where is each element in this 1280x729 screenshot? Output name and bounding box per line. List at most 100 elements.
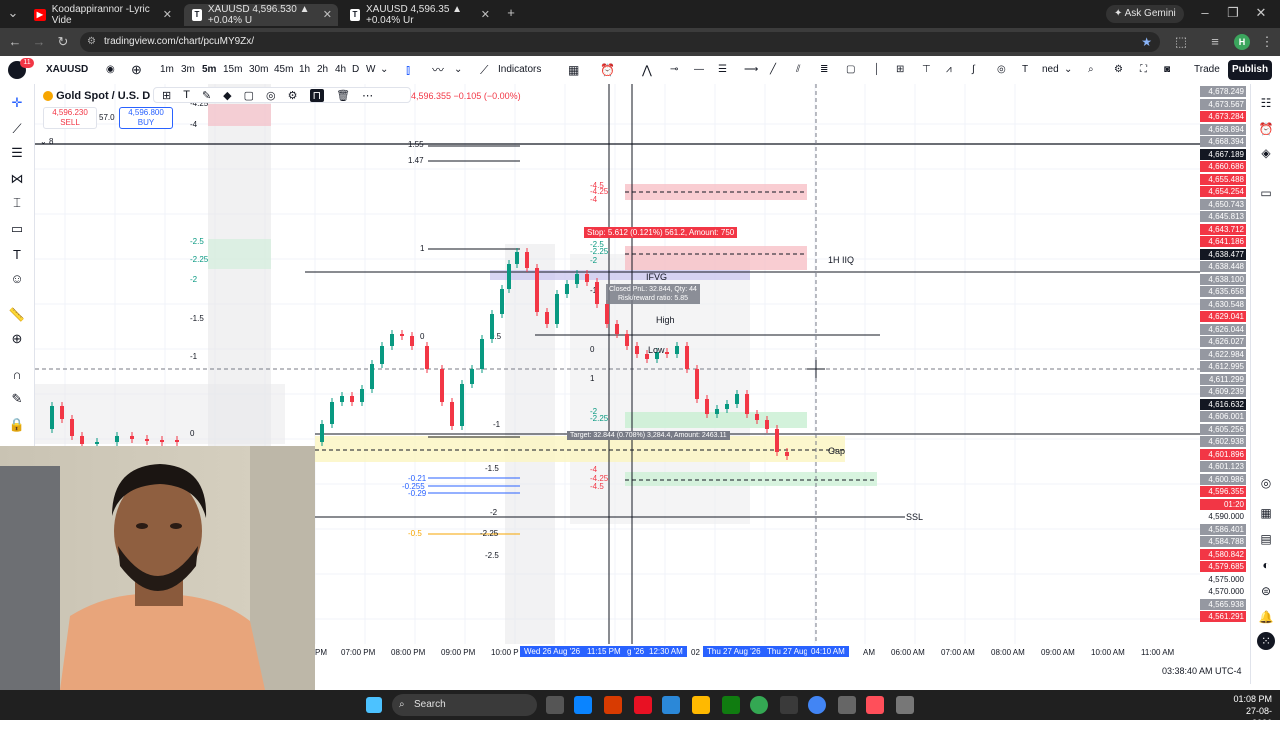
timeframe-1m[interactable]: 1m bbox=[160, 62, 174, 78]
taskbar-clock[interactable]: 01:08 PM 27-08-2026 bbox=[1228, 693, 1272, 729]
pattern-icon[interactable]: ⋈ bbox=[8, 170, 26, 188]
media-icon[interactable]: ≡ bbox=[1206, 33, 1224, 51]
layers-icon[interactable]: ◈ bbox=[1257, 144, 1275, 162]
search-icon[interactable]: ⌕ bbox=[1088, 62, 1094, 78]
settings-icon[interactable]: ⚙ bbox=[288, 89, 298, 102]
news-icon[interactable]: ⊜ bbox=[1257, 582, 1275, 600]
apps-grid-icon[interactable]: ⁙ bbox=[1257, 632, 1275, 650]
alert-icon[interactable]: ⏰ bbox=[600, 62, 615, 78]
settings-gear-icon[interactable]: ⚙ bbox=[1114, 62, 1123, 78]
indicators-icon[interactable]: ⟋ bbox=[480, 62, 488, 78]
style-icon[interactable]: ▢ bbox=[244, 89, 254, 102]
taskbar-search[interactable]: ⌕ Search bbox=[392, 694, 537, 716]
layout-name[interactable]: ned bbox=[1042, 62, 1059, 78]
xbox-icon[interactable] bbox=[722, 696, 740, 714]
close-window-icon[interactable]: ✕ bbox=[1252, 4, 1270, 22]
stay-in-drawing-icon[interactable]: ✎ bbox=[8, 390, 26, 408]
candles-icon[interactable]: ⫾ bbox=[406, 62, 410, 78]
visibility-icon[interactable]: ◎ bbox=[266, 89, 276, 102]
calendar-icon[interactable]: ▦ bbox=[1257, 504, 1275, 522]
new-tab-button[interactable]: + bbox=[502, 4, 520, 22]
chat-icon[interactable]: ▭ bbox=[1257, 184, 1275, 202]
color-icon[interactable]: ✎ bbox=[202, 89, 211, 102]
chevron-down-icon[interactable]: ⌄ bbox=[1064, 62, 1072, 78]
chevron-down-icon[interactable]: ⌄ bbox=[454, 62, 462, 78]
forecast-icon[interactable]: ⌶ bbox=[8, 194, 26, 212]
group-icon[interactable]: ⊞ bbox=[162, 89, 171, 102]
measure-icon[interactable]: ⊤ bbox=[922, 62, 931, 78]
office-icon[interactable] bbox=[604, 696, 622, 714]
timeframe-w[interactable]: W bbox=[366, 62, 375, 78]
magnet-icon[interactable]: ∩ bbox=[8, 366, 26, 384]
symbol-search[interactable]: XAUUSD bbox=[46, 62, 88, 78]
timeframe-3m[interactable]: 3m bbox=[181, 62, 195, 78]
timeframe-5m[interactable]: 5m bbox=[202, 62, 216, 78]
tab-tradingview-active[interactable]: T XAUUSD 4,596.530 ▲ +0.04% U ✕ bbox=[184, 4, 338, 26]
fullscreen-icon[interactable]: ⛶ bbox=[1140, 62, 1147, 78]
bookmark-star-icon[interactable]: ★ bbox=[1141, 32, 1152, 52]
timeframe-45m[interactable]: 45m bbox=[274, 62, 293, 78]
tab-search-icon[interactable]: ⌄ bbox=[4, 4, 22, 22]
menu-kebab-icon[interactable]: ⋮ bbox=[1258, 33, 1276, 51]
extensions-icon[interactable]: ⬚ bbox=[1172, 33, 1190, 51]
app-l-icon[interactable] bbox=[634, 696, 652, 714]
ask-gemini-button[interactable]: ✦ Ask Gemini bbox=[1106, 5, 1184, 23]
reload-icon[interactable]: ↻ bbox=[54, 33, 72, 51]
app-icon[interactable] bbox=[780, 696, 798, 714]
timeframe-4h[interactable]: 4h bbox=[335, 62, 346, 78]
chrome-profile-icon[interactable] bbox=[808, 696, 826, 714]
long-position-icon[interactable]: ⊞ bbox=[896, 62, 904, 78]
watchlist-icon[interactable]: ☷ bbox=[1257, 94, 1275, 112]
templates-icon[interactable]: ▦ bbox=[568, 62, 579, 78]
price-axis[interactable]: 4,678.249 4,673.567 4,673.284 4,668.894 4,66… bbox=[1200, 84, 1250, 644]
forward-icon[interactable]: → bbox=[30, 33, 48, 51]
camera-icon[interactable]: ◙ bbox=[1164, 62, 1170, 78]
ray-icon[interactable]: ⟶ bbox=[744, 62, 758, 78]
compare-icon[interactable]: ◉ bbox=[106, 62, 115, 78]
fib-retracement-icon[interactable]: ☰ bbox=[8, 144, 26, 162]
crosshair-icon[interactable]: ✛ bbox=[8, 94, 26, 112]
zoom-in-icon[interactable]: ⊕ bbox=[8, 330, 26, 348]
indicator-collapse[interactable]: ⌄ 8 bbox=[40, 137, 53, 146]
publish-button[interactable]: Publish bbox=[1228, 60, 1272, 80]
fib-icon[interactable]: ☰ bbox=[718, 62, 727, 78]
text-icon[interactable]: T bbox=[183, 89, 190, 101]
timeframe-d[interactable]: D bbox=[352, 62, 359, 78]
chrome-icon[interactable] bbox=[750, 696, 768, 714]
chevron-down-icon[interactable]: ⌄ bbox=[380, 62, 388, 78]
task-view-icon[interactable] bbox=[546, 696, 564, 714]
fill-icon[interactable]: ◆ bbox=[223, 89, 231, 102]
rectangle-icon[interactable]: ▢ bbox=[846, 62, 855, 78]
minimize-icon[interactable]: – bbox=[1196, 4, 1214, 22]
buy-button[interactable]: 4,596.800 BUY bbox=[119, 107, 173, 129]
pattern-icon[interactable]: ⋀ bbox=[642, 62, 652, 78]
alerts-icon[interactable]: ⏰ bbox=[1257, 120, 1275, 138]
brush-icon[interactable]: ∫ bbox=[972, 62, 975, 78]
trade-button[interactable]: Trade bbox=[1194, 62, 1220, 78]
media-player-icon[interactable] bbox=[838, 696, 856, 714]
edge-icon[interactable] bbox=[574, 696, 592, 714]
circle-icon[interactable]: ◎ bbox=[997, 62, 1006, 78]
emoji-icon[interactable]: ☺ bbox=[8, 270, 26, 288]
profile-avatar[interactable]: H bbox=[1234, 34, 1250, 50]
parallel-channel-icon[interactable]: ⫽ bbox=[796, 62, 800, 78]
url-field[interactable]: ⚙ tradingview.com/chart/pcuMY9Zx/ ★ bbox=[80, 32, 1160, 52]
tab-youtube[interactable]: ▶ Koodappirannor -Lyric Vide ✕ bbox=[26, 4, 178, 26]
ruler-icon[interactable]: 📏 bbox=[8, 306, 26, 324]
lock-icon[interactable]: ⊓ bbox=[309, 88, 325, 102]
tab-tradingview[interactable]: T XAUUSD 4,596.35 ▲ +0.04% Ur ✕ bbox=[342, 4, 496, 26]
bell-icon[interactable]: 🔔 bbox=[1257, 608, 1275, 626]
more-icon[interactable]: ⋯ bbox=[362, 89, 373, 102]
timeframe-2h[interactable]: 2h bbox=[317, 62, 328, 78]
store-icon[interactable] bbox=[662, 696, 680, 714]
lock-icon[interactable]: 🔒 bbox=[8, 416, 26, 434]
timeframe-1h[interactable]: 1h bbox=[299, 62, 310, 78]
calculator-icon[interactable]: ▤ bbox=[1257, 530, 1275, 548]
geometric-shapes-icon[interactable]: ▭ bbox=[8, 220, 26, 238]
file-explorer-icon[interactable] bbox=[692, 696, 710, 714]
target-icon[interactable]: ◎ bbox=[1257, 474, 1275, 492]
close-icon[interactable]: ✕ bbox=[163, 8, 172, 21]
trendline-icon[interactable]: ╱ bbox=[770, 62, 776, 78]
line-chart-icon[interactable]: 〰 bbox=[432, 62, 444, 78]
close-icon[interactable]: ✕ bbox=[323, 8, 332, 21]
